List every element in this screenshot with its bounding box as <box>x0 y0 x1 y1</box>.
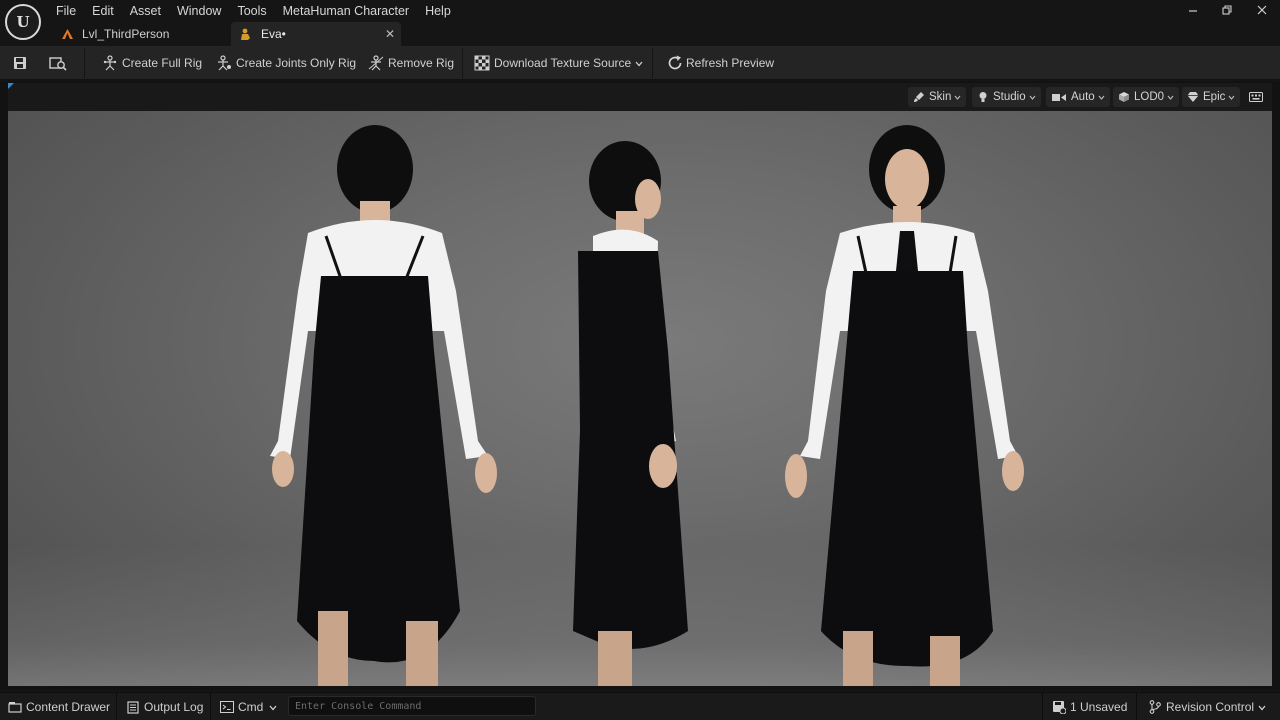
cmd-dropdown[interactable]: Cmd <box>220 693 277 720</box>
brush-icon <box>913 91 925 103</box>
minimize-icon <box>1189 10 1197 12</box>
tab-lvl-thirdperson[interactable]: Lvl_ThirdPerson <box>52 22 228 46</box>
keyboard-icon <box>1249 92 1263 102</box>
tab-label: Eva• <box>261 27 286 41</box>
menu-file[interactable]: File <box>48 2 84 20</box>
menu-bar: File Edit Asset Window Tools MetaHuman C… <box>48 2 459 20</box>
joints-rig-icon <box>216 55 232 71</box>
character-front-view <box>785 125 1024 686</box>
content-drawer-button[interactable]: Content Drawer <box>8 693 110 720</box>
status-divider <box>210 693 211 720</box>
lod-dropdown[interactable]: LOD0 <box>1113 87 1180 107</box>
menu-metahuman-character[interactable]: MetaHuman Character <box>275 2 417 20</box>
close-window-button[interactable] <box>1245 0 1279 20</box>
menu-asset[interactable]: Asset <box>122 2 169 20</box>
chevron-down-icon <box>1228 93 1235 102</box>
character-back-view <box>270 125 497 686</box>
level-icon <box>60 27 74 41</box>
checker-texture-icon <box>474 55 490 71</box>
status-divider <box>1136 693 1137 720</box>
cube-icon <box>1118 91 1130 103</box>
tab-label: Lvl_ThirdPerson <box>82 27 170 41</box>
save-icon <box>14 57 26 69</box>
toolbar: Create Full Rig Create Joints Only Rig R… <box>0 46 1280 80</box>
output-log-icon <box>126 700 140 714</box>
unsaved-icon <box>1052 700 1066 714</box>
download-texture-source-dropdown[interactable]: Download Texture Source <box>474 51 643 75</box>
minimize-button[interactable] <box>1176 0 1210 20</box>
metahuman-icon <box>239 27 253 41</box>
unsaved-label: 1 Unsaved <box>1070 700 1128 714</box>
refresh-preview-label: Refresh Preview <box>686 56 775 70</box>
remove-rig-label: Remove Rig <box>388 56 455 70</box>
chevron-down-icon <box>635 56 643 70</box>
browse-to-asset-icon <box>49 57 67 71</box>
skin-label: Skin <box>929 91 952 103</box>
viewport-corner-marker <box>8 83 14 89</box>
toolbar-divider <box>84 48 85 78</box>
menu-edit[interactable]: Edit <box>84 2 122 20</box>
toolbar-divider <box>652 48 653 78</box>
refresh-preview-button[interactable]: Refresh Preview <box>666 51 774 75</box>
refresh-icon <box>666 55 682 71</box>
quality-dropdown[interactable]: Epic <box>1182 87 1241 107</box>
create-full-rig-button[interactable]: Create Full Rig <box>102 51 202 75</box>
save-button[interactable] <box>12 51 28 75</box>
status-divider <box>1042 693 1043 720</box>
revision-control-dropdown[interactable]: Revision Control <box>1148 693 1266 720</box>
close-tab-icon[interactable]: ✕ <box>385 27 395 41</box>
chevron-down-icon <box>269 700 277 714</box>
tab-eva[interactable]: Eva• ✕ <box>231 22 401 46</box>
console-command-input[interactable] <box>288 696 536 716</box>
unreal-logo[interactable]: U <box>5 4 41 40</box>
restore-button[interactable] <box>1210 0 1244 20</box>
revision-control-label: Revision Control <box>1166 700 1255 714</box>
skin-dropdown[interactable]: Skin <box>908 87 967 107</box>
terminal-icon <box>220 700 234 714</box>
content-drawer-icon <box>8 700 22 714</box>
close-icon <box>1257 5 1267 15</box>
status-bar: Content Drawer Output Log Cmd 1 Unsaved … <box>0 692 1280 720</box>
quality-label: Epic <box>1203 91 1226 103</box>
gem-icon <box>1187 91 1199 103</box>
output-log-label: Output Log <box>144 700 204 714</box>
menu-window[interactable]: Window <box>169 2 229 20</box>
create-joints-only-rig-label: Create Joints Only Rig <box>236 56 357 70</box>
title-bar: U File Edit Asset Window Tools MetaHuman… <box>0 0 1280 46</box>
camera-dropdown[interactable]: Auto <box>1046 87 1110 107</box>
output-log-button[interactable]: Output Log <box>126 693 203 720</box>
toolbar-divider <box>462 48 463 78</box>
light-bulb-icon <box>977 91 989 103</box>
menu-help[interactable]: Help <box>417 2 459 20</box>
branch-icon <box>1148 700 1162 714</box>
unsaved-assets-button[interactable]: 1 Unsaved <box>1052 693 1127 720</box>
keyboard-shortcuts-button[interactable] <box>1244 87 1268 107</box>
lighting-label: Studio <box>993 91 1026 103</box>
menu-tools[interactable]: Tools <box>229 2 274 20</box>
viewport-scene[interactable] <box>8 111 1272 686</box>
restore-icon <box>1222 5 1232 15</box>
character-preview <box>270 125 1024 686</box>
create-joints-only-rig-button[interactable]: Create Joints Only Rig <box>216 51 356 75</box>
download-texture-source-label: Download Texture Source <box>494 56 632 70</box>
lighting-dropdown[interactable]: Studio <box>972 87 1041 107</box>
chevron-down-icon <box>954 93 961 102</box>
chevron-down-icon <box>1029 93 1036 102</box>
remove-rig-icon <box>368 55 384 71</box>
cmd-label: Cmd <box>238 700 264 714</box>
chevron-down-icon <box>1098 93 1105 102</box>
camera-label: Auto <box>1071 91 1095 103</box>
remove-rig-button[interactable]: Remove Rig <box>368 51 454 75</box>
status-divider <box>116 693 117 720</box>
character-side-view <box>573 141 688 686</box>
content-drawer-label: Content Drawer <box>26 700 111 714</box>
lod-label: LOD0 <box>1134 91 1165 103</box>
create-full-rig-label: Create Full Rig <box>122 56 203 70</box>
chevron-down-icon <box>1258 700 1266 714</box>
rig-icon <box>102 55 118 71</box>
chevron-down-icon <box>1167 93 1174 102</box>
camera-icon <box>1051 91 1067 103</box>
browse-to-asset-button[interactable] <box>48 51 68 75</box>
